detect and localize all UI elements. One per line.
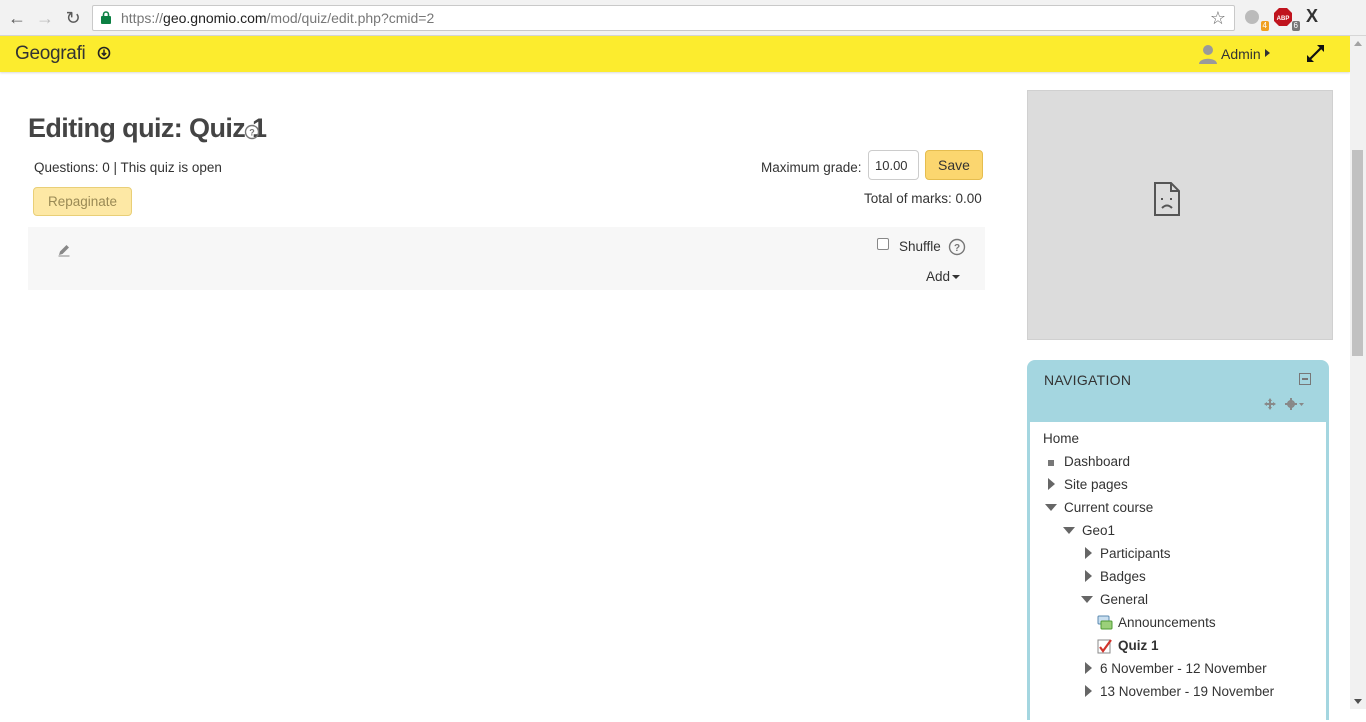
page-title: Editing quiz: Quiz 1 [28, 113, 267, 143]
back-icon[interactable]: ← [6, 7, 28, 29]
adblock-icon: ABP [1274, 8, 1292, 26]
scroll-up-icon[interactable] [1354, 41, 1362, 46]
shuffle-checkbox[interactable] [877, 238, 889, 250]
expand-arrow-icon[interactable] [1085, 662, 1092, 674]
expand-arrow-icon[interactable] [1048, 478, 1055, 490]
nav-item-geo1[interactable]: Geo1 [1082, 523, 1115, 538]
image-placeholder [1027, 90, 1333, 340]
nav-item-announcements[interactable]: Announcements [1118, 615, 1216, 630]
add-menu[interactable]: Add [926, 269, 961, 284]
nav-item-home[interactable]: Home [1043, 431, 1079, 446]
url-path: /mod/quiz/edit.php?cmid=2 [266, 10, 435, 26]
help-icon[interactable]: ? [948, 238, 966, 256]
page-scrollbar[interactable] [1350, 36, 1366, 709]
nav-item-site-pages[interactable]: Site pages [1064, 477, 1128, 492]
nav-item-general[interactable]: General [1100, 592, 1148, 607]
nav-item-participants[interactable]: Participants [1100, 546, 1171, 561]
avatar-icon [1199, 45, 1217, 64]
collapse-arrow-icon[interactable] [1063, 527, 1075, 534]
extension-badge: 4 [1260, 21, 1269, 31]
help-icon[interactable]: ? [244, 124, 260, 140]
pencil-icon[interactable] [57, 243, 71, 257]
nav-item-badges[interactable]: Badges [1100, 569, 1146, 584]
quiz-status: Questions: 0 | This quiz is open [34, 160, 222, 175]
reload-icon[interactable]: ↻ [62, 7, 84, 29]
svg-text:ABP: ABP [1277, 16, 1290, 22]
quiz-icon [1097, 639, 1112, 654]
save-button[interactable]: Save [925, 150, 983, 180]
expand-arrow-icon[interactable] [1085, 547, 1092, 559]
forum-icon [1097, 615, 1113, 630]
expand-arrow-icon[interactable] [1085, 685, 1092, 697]
site-header: Geografi Admin [0, 36, 1350, 72]
broken-image-icon [1154, 182, 1180, 216]
nav-item-quiz1[interactable]: Quiz 1 [1118, 638, 1159, 653]
max-grade-label: Maximum grade: [761, 160, 862, 175]
url-scheme: https:// [121, 10, 164, 26]
move-icon[interactable] [1264, 398, 1276, 410]
site-brand[interactable]: Geografi [15, 43, 86, 65]
adblock-extension-icon[interactable]: ABP 6 [1274, 8, 1300, 31]
puzzle-icon [1245, 10, 1259, 24]
max-grade-input[interactable] [868, 150, 919, 180]
svg-text:?: ? [249, 128, 255, 138]
address-bar[interactable]: https://geo.gnomio.com/mod/quiz/edit.php… [92, 5, 1235, 31]
url-text: https://geo.gnomio.com/mod/quiz/edit.php… [121, 10, 434, 26]
nav-item-week1[interactable]: 6 November - 12 November [1100, 661, 1267, 676]
caret-right-icon [1265, 49, 1270, 57]
extension-badge: 6 [1291, 21, 1300, 31]
quiz-section [28, 227, 985, 290]
scrollbar-thumb[interactable] [1352, 150, 1363, 356]
expand-arrow-icon[interactable] [1085, 570, 1092, 582]
collapse-arrow-icon[interactable] [1081, 596, 1093, 603]
gear-icon[interactable] [1285, 398, 1305, 410]
repaginate-button[interactable]: Repaginate [33, 187, 132, 216]
lock-icon [101, 11, 111, 24]
nav-item-week2[interactable]: 13 November - 19 November [1100, 684, 1274, 699]
caret-down-icon [952, 275, 961, 279]
custom-menu-icon[interactable] [97, 46, 111, 60]
svg-text:?: ? [954, 243, 960, 254]
user-name: Admin [1221, 46, 1261, 62]
total-marks: Total of marks: 0.00 [864, 191, 982, 206]
collapse-icon[interactable] [1299, 373, 1311, 385]
nav-item-current-course[interactable]: Current course [1064, 500, 1153, 515]
shuffle-label: Shuffle [899, 239, 941, 254]
navigation-title: NAVIGATION [1044, 372, 1132, 388]
expand-icon[interactable] [1306, 44, 1325, 63]
url-host: geo.gnomio.com [163, 10, 267, 26]
bookmark-star-icon[interactable]: ☆ [1210, 8, 1226, 29]
collapse-arrow-icon[interactable] [1045, 504, 1057, 511]
x-extension-icon[interactable]: X [1306, 6, 1328, 26]
nav-item-dashboard[interactable]: Dashboard [1064, 454, 1130, 469]
forward-icon[interactable]: → [34, 7, 56, 29]
scroll-down-icon[interactable] [1354, 699, 1362, 704]
add-menu-label: Add [926, 269, 951, 284]
browser-toolbar: ← → ↻ https://geo.gnomio.com/mod/quiz/ed… [0, 0, 1366, 36]
bullet-icon [1048, 460, 1054, 466]
extension-icon[interactable]: 4 [1243, 8, 1269, 31]
